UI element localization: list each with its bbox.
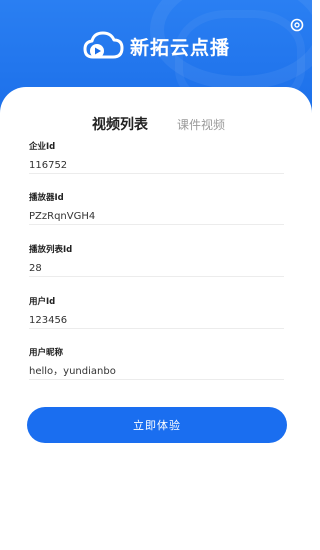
try-now-button[interactable]: 立即体验 xyxy=(27,407,287,443)
settings-button[interactable] xyxy=(288,16,306,34)
field-label: 用户Id xyxy=(29,297,56,307)
nickname-input[interactable]: hello，yundianbo xyxy=(29,364,284,380)
app-title: 新拓云点播 xyxy=(130,36,231,59)
user-id-input[interactable]: 123456 xyxy=(29,313,284,329)
cloud-play-icon xyxy=(83,31,124,59)
field-label: 播放列表Id xyxy=(29,245,73,255)
playlist-id-field: 播放列表Id 28 xyxy=(29,244,284,277)
company-id-input[interactable]: 116752 xyxy=(29,158,284,174)
gear-icon xyxy=(290,18,304,32)
tab-courseware-video[interactable]: 课件视频 xyxy=(177,112,225,138)
player-id-input[interactable]: PZzRqnVGH4 xyxy=(29,209,284,225)
user-id-field: 用户Id 123456 xyxy=(29,296,284,329)
tab-video-list[interactable]: 视频列表 xyxy=(92,112,148,138)
company-id-field: 企业Id 116752 xyxy=(29,141,284,174)
field-label: 用户昵称 xyxy=(29,348,64,358)
brand: 新拓云点播 xyxy=(82,28,230,64)
nickname-field: 用户昵称 hello，yundianbo xyxy=(29,347,284,380)
player-id-field: 播放器Id PZzRqnVGH4 xyxy=(29,192,284,225)
field-label: 企业Id xyxy=(29,142,56,152)
field-label: 播放器Id xyxy=(29,193,64,203)
tab-bar: 视频列表 课件视频 xyxy=(0,112,312,138)
playlist-id-input[interactable]: 28 xyxy=(29,261,284,277)
